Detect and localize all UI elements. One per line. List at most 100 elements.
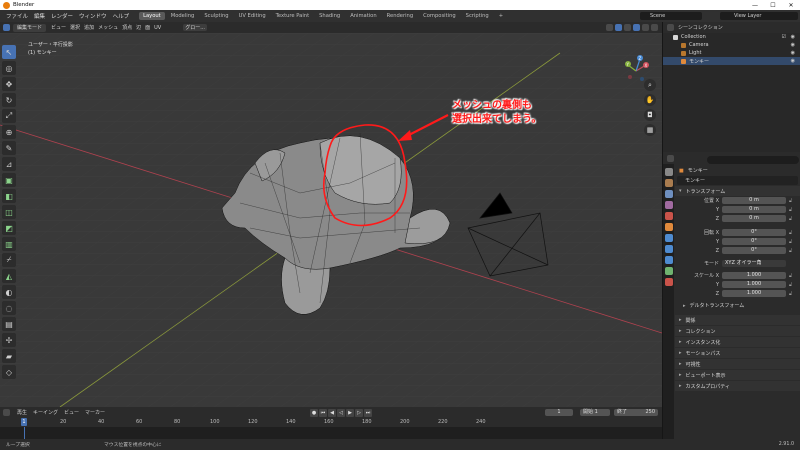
rip-tool[interactable]: ◇ <box>2 365 16 379</box>
material-tab-icon[interactable] <box>664 278 673 286</box>
spin-tool[interactable]: ◐ <box>2 285 16 299</box>
add-workspace-button[interactable]: + <box>495 12 507 20</box>
instancing-section[interactable]: ▸ インスタンス化 <box>675 337 800 347</box>
extrude-tool[interactable]: ◧ <box>2 189 16 203</box>
menu-render[interactable]: レンダー <box>48 12 76 20</box>
physics-tab-icon[interactable] <box>664 256 673 264</box>
lock-icon[interactable]: 🔓︎ <box>789 239 792 245</box>
location-x-field[interactable]: 0 m <box>722 197 786 204</box>
smooth-tool[interactable]: ◌ <box>2 301 16 315</box>
collections-section[interactable]: ▸ コレクション <box>675 326 800 336</box>
tool-tab-icon[interactable] <box>664 168 673 176</box>
annotate-tool[interactable]: ✎ <box>2 141 16 155</box>
menu-file[interactable]: ファイル <box>3 12 31 20</box>
playhead[interactable]: 1 <box>21 418 27 426</box>
tab-layout[interactable]: Layout <box>139 12 165 20</box>
tab-animation[interactable]: Animation <box>346 12 380 20</box>
zoom-icon[interactable]: ⌕ <box>644 79 656 91</box>
loopcut-tool[interactable]: ▥ <box>2 237 16 251</box>
outliner-row-collection[interactable]: Collection ☑ ◉ <box>663 33 800 41</box>
transform-orientation[interactable]: グロー... <box>183 24 207 31</box>
add-cube-tool[interactable]: ▣ <box>2 173 16 187</box>
xray-icon[interactable] <box>615 24 622 31</box>
lock-icon[interactable]: 🔓︎ <box>789 248 792 254</box>
scale-y-field[interactable]: 1.000 <box>722 281 786 288</box>
outliner-row-camera[interactable]: Camera ◉ <box>663 41 800 49</box>
menu-edit[interactable]: 編集 <box>31 12 48 20</box>
polybuild-tool[interactable]: ◭ <box>2 269 16 283</box>
location-y-field[interactable]: 0 m <box>722 206 786 213</box>
cursor-tool[interactable]: ◎ <box>2 61 16 75</box>
tab-scripting[interactable]: Scripting <box>462 12 493 20</box>
inset-tool[interactable]: ◫ <box>2 205 16 219</box>
timeline-menu-playback[interactable]: 再生 <box>14 409 30 416</box>
scene-tab-icon[interactable] <box>664 212 673 220</box>
menu-window[interactable]: ウィンドウ <box>76 12 110 20</box>
end-frame-field[interactable]: 終了 250 <box>614 409 658 416</box>
pan-hand-icon[interactable]: ✋ <box>644 94 656 106</box>
knife-tool[interactable]: ⌿ <box>2 253 16 267</box>
visibility-eye-icon[interactable]: ◉ <box>791 42 795 48</box>
render-tab-icon[interactable] <box>664 179 673 187</box>
edge-slide-tool[interactable]: ▤ <box>2 317 16 331</box>
timeline-menu-keying[interactable]: キーイング <box>30 409 61 416</box>
jump-end-icon[interactable]: ⏭ <box>364 408 372 417</box>
tab-texture-paint[interactable]: Texture Paint <box>272 12 313 20</box>
play-icon[interactable]: ▶ <box>346 408 354 417</box>
transform-section[interactable]: ▾ トランスフォーム <box>675 186 800 196</box>
select-box-tool[interactable]: ↖ <box>2 45 16 59</box>
timeline-editor-icon[interactable] <box>3 409 10 416</box>
lock-icon[interactable]: 🔓︎ <box>789 198 792 204</box>
viewport-display-section[interactable]: ▸ ビューポート表示 <box>675 370 800 380</box>
rotation-mode-select[interactable]: XYZ オイラー角 <box>722 260 786 267</box>
lock-icon[interactable]: 🔓︎ <box>789 282 792 288</box>
rotation-x-field[interactable]: 0° <box>722 229 786 236</box>
wireframe-shading-icon[interactable] <box>624 24 631 31</box>
maximize-button[interactable]: ☐ <box>764 2 782 9</box>
menu-view[interactable]: ビュー <box>49 24 68 31</box>
start-frame-field[interactable]: 開始 1 <box>580 409 610 416</box>
mesh-data-tab-icon[interactable] <box>664 267 673 275</box>
output-tab-icon[interactable] <box>664 190 673 198</box>
location-z-field[interactable]: 0 m <box>722 215 786 222</box>
custom-properties-section[interactable]: ▸ カスタムプロパティ <box>675 381 800 391</box>
timeline-menu-marker[interactable]: マーカー <box>82 409 108 416</box>
particles-tab-icon[interactable] <box>664 245 673 253</box>
play-reverse-icon[interactable]: ◁ <box>337 408 345 417</box>
overlay-icon[interactable] <box>606 24 613 31</box>
scale-x-field[interactable]: 1.000 <box>722 272 786 279</box>
rotate-tool[interactable]: ↻ <box>2 93 16 107</box>
lock-icon[interactable]: 🔓︎ <box>789 273 792 279</box>
move-tool[interactable]: ✥ <box>2 77 16 91</box>
record-icon[interactable]: ● <box>310 408 318 417</box>
solid-shading-icon[interactable] <box>633 24 640 31</box>
menu-uv[interactable]: UV <box>152 25 163 31</box>
measure-tool[interactable]: ⊿ <box>2 157 16 171</box>
menu-edge[interactable]: 辺 <box>134 24 143 31</box>
tab-uv-editing[interactable]: UV Editing <box>235 12 270 20</box>
camera-view-icon[interactable]: ◘ <box>644 109 656 121</box>
timeline[interactable]: 20 40 60 80 100 120 140 160 180 200 220 … <box>0 418 662 439</box>
properties-editor-icon[interactable] <box>667 155 674 162</box>
menu-face[interactable]: 面 <box>143 24 152 31</box>
menu-add[interactable]: 追加 <box>82 24 96 31</box>
current-frame-field[interactable]: 1 <box>545 409 573 416</box>
object-name-field[interactable]: モンキー <box>677 176 798 185</box>
lock-icon[interactable]: 🔓︎ <box>789 216 792 222</box>
properties-search-input[interactable] <box>707 156 799 164</box>
checkbox-icon[interactable]: ☑ <box>782 34 786 40</box>
3d-viewport[interactable]: X Z Y ユーザー・平行投影 (1) モンキー ↖ ◎ ✥ ↻ ⤢ ⊕ ✎ ⊿… <box>0 33 662 407</box>
scale-tool[interactable]: ⤢ <box>2 109 16 123</box>
bevel-tool[interactable]: ◩ <box>2 221 16 235</box>
menu-vertex[interactable]: 頂点 <box>120 24 134 31</box>
jump-start-icon[interactable]: ⏮ <box>319 408 327 417</box>
relations-section[interactable]: ▸ 関係 <box>675 315 800 325</box>
outliner-row-monkey[interactable]: モンキー ◉ <box>663 57 800 65</box>
shear-tool[interactable]: ▰ <box>2 349 16 363</box>
visibility-eye-icon[interactable]: ◉ <box>791 50 795 56</box>
view-layer-selector[interactable]: View Layer <box>720 12 798 20</box>
timeline-menu-view[interactable]: ビュー <box>61 409 82 416</box>
tab-sculpting[interactable]: Sculpting <box>200 12 232 20</box>
render-shading-icon[interactable] <box>651 24 658 31</box>
menu-mesh[interactable]: メッシュ <box>96 24 120 31</box>
